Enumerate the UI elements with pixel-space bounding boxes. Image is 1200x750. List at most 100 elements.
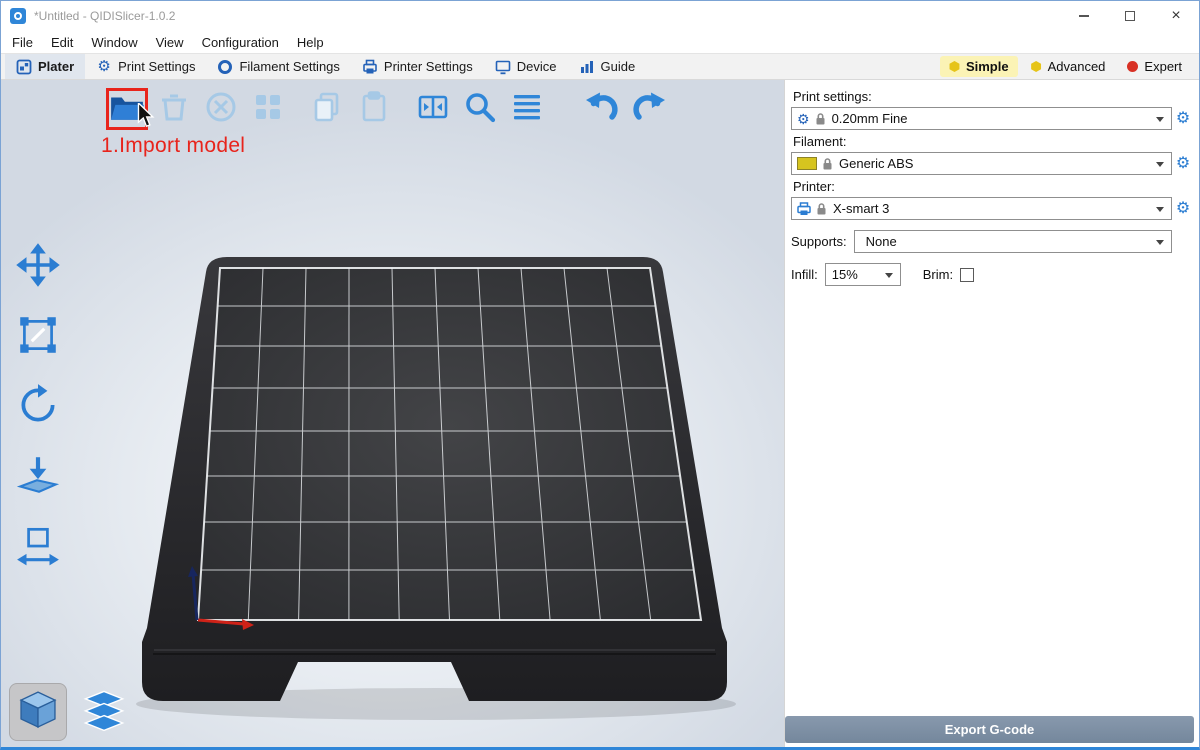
filament-label: Filament: bbox=[793, 134, 1194, 149]
view-3d-editor-button[interactable] bbox=[9, 683, 67, 741]
layers-stack-icon bbox=[78, 684, 130, 741]
lock-icon bbox=[815, 112, 826, 125]
tab-printer-settings-label: Printer Settings bbox=[384, 59, 473, 74]
split-icon bbox=[416, 90, 450, 129]
mode-expert-button[interactable]: Expert bbox=[1118, 56, 1191, 77]
import-annotation-label: 1.Import model bbox=[101, 134, 245, 158]
move-tool-button[interactable] bbox=[11, 240, 65, 294]
app-window: *Untitled - QIDISlicer-1.0.2 × File Edit… bbox=[0, 0, 1200, 750]
titlebar: *Untitled - QIDISlicer-1.0.2 × bbox=[1, 1, 1199, 31]
print-settings-combo[interactable]: ⚙ 0.20mm Fine bbox=[791, 107, 1172, 130]
arrange-grid-icon bbox=[251, 90, 285, 129]
supports-label: Supports: bbox=[791, 234, 847, 249]
print-settings-value: 0.20mm Fine bbox=[832, 111, 908, 126]
app-logo-icon bbox=[10, 8, 26, 24]
print-settings-gear-button[interactable]: ⚙ bbox=[1172, 111, 1194, 127]
measure-icon bbox=[15, 522, 61, 573]
menubar: File Edit Window View Configuration Help bbox=[1, 31, 1199, 53]
place-on-face-tool-button[interactable] bbox=[11, 450, 65, 504]
maximize-button[interactable] bbox=[1107, 1, 1153, 31]
tab-printer-settings[interactable]: Printer Settings bbox=[351, 54, 484, 79]
trash-icon bbox=[157, 90, 191, 129]
printer-gear-button[interactable]: ⚙ bbox=[1172, 201, 1194, 217]
device-monitor-icon bbox=[495, 59, 511, 75]
search-button[interactable] bbox=[459, 88, 501, 130]
printer-icon bbox=[797, 202, 811, 216]
delete-all-icon bbox=[204, 90, 238, 129]
variable-layer-height-button[interactable] bbox=[506, 88, 548, 130]
undo-arrow-icon bbox=[584, 89, 620, 130]
export-gcode-label: Export G-code bbox=[945, 722, 1035, 737]
menu-window[interactable]: Window bbox=[82, 35, 146, 50]
chevron-down-icon bbox=[1156, 117, 1164, 122]
tab-plater[interactable]: Plater bbox=[5, 54, 85, 79]
printer-icon bbox=[362, 59, 378, 75]
menu-edit[interactable]: Edit bbox=[42, 35, 82, 50]
tab-filament-settings[interactable]: Filament Settings bbox=[206, 54, 350, 79]
tab-print-settings[interactable]: ⚙ Print Settings bbox=[85, 54, 206, 79]
tab-guide-label: Guide bbox=[601, 59, 636, 74]
close-button[interactable]: × bbox=[1153, 1, 1199, 31]
redo-button[interactable] bbox=[628, 88, 670, 130]
expert-mode-icon bbox=[1127, 61, 1138, 72]
mode-simple-button[interactable]: Simple bbox=[940, 56, 1018, 77]
paste-button[interactable] bbox=[353, 88, 395, 130]
mouse-cursor-icon bbox=[136, 103, 156, 134]
tab-filament-settings-label: Filament Settings bbox=[239, 59, 339, 74]
undo-button[interactable] bbox=[581, 88, 623, 130]
search-icon bbox=[463, 90, 497, 129]
gear-icon: ⚙ bbox=[797, 112, 810, 126]
export-gcode-button[interactable]: Export G-code bbox=[785, 716, 1194, 743]
menu-configuration[interactable]: Configuration bbox=[193, 35, 288, 50]
rotate-icon bbox=[15, 382, 61, 433]
chevron-down-icon bbox=[1156, 240, 1164, 245]
mode-advanced-label: Advanced bbox=[1048, 59, 1106, 74]
tab-device[interactable]: Device bbox=[484, 54, 568, 79]
view-toggles bbox=[9, 683, 133, 741]
filament-gear-button[interactable]: ⚙ bbox=[1172, 156, 1194, 172]
plater-icon bbox=[16, 59, 32, 75]
mode-advanced-button[interactable]: Advanced bbox=[1022, 56, 1115, 77]
delete-all-button[interactable] bbox=[200, 88, 242, 130]
filament-combo[interactable]: Generic ABS bbox=[791, 152, 1172, 175]
chevron-down-icon bbox=[1156, 207, 1164, 212]
viewport-3d[interactable]: 1.Import model bbox=[1, 80, 784, 747]
printer-value: X-smart 3 bbox=[833, 201, 889, 216]
printer-label: Printer: bbox=[793, 179, 1194, 194]
lock-icon bbox=[816, 202, 827, 215]
menu-view[interactable]: View bbox=[147, 35, 193, 50]
tab-guide[interactable]: Guide bbox=[568, 54, 647, 79]
redo-arrow-icon bbox=[631, 89, 667, 130]
arrange-button[interactable] bbox=[247, 88, 289, 130]
gear-icon: ⚙ bbox=[96, 59, 112, 75]
measure-tool-button[interactable] bbox=[11, 520, 65, 574]
split-objects-button[interactable] bbox=[412, 88, 454, 130]
left-toolbar bbox=[11, 240, 65, 574]
menu-help[interactable]: Help bbox=[288, 35, 333, 50]
move-icon bbox=[15, 242, 61, 293]
tab-print-settings-label: Print Settings bbox=[118, 59, 195, 74]
menu-file[interactable]: File bbox=[3, 35, 42, 50]
minimize-button[interactable] bbox=[1061, 1, 1107, 31]
delete-button[interactable] bbox=[153, 88, 195, 130]
rotate-tool-button[interactable] bbox=[11, 380, 65, 434]
copy-button[interactable] bbox=[306, 88, 348, 130]
printer-combo[interactable]: X-smart 3 bbox=[791, 197, 1172, 220]
paste-icon bbox=[357, 90, 391, 129]
brim-label: Brim: bbox=[923, 267, 953, 282]
print-settings-label: Print settings: bbox=[793, 89, 1194, 104]
close-icon: × bbox=[1171, 8, 1180, 24]
window-controls: × bbox=[1061, 1, 1199, 31]
brim-checkbox[interactable] bbox=[960, 268, 974, 282]
tab-device-label: Device bbox=[517, 59, 557, 74]
scale-tool-button[interactable] bbox=[11, 310, 65, 364]
filament-spool-icon bbox=[217, 59, 233, 75]
infill-combo[interactable]: 15% bbox=[825, 263, 901, 286]
print-bed bbox=[1, 80, 784, 747]
chevron-down-icon bbox=[885, 273, 893, 278]
mode-expert-label: Expert bbox=[1144, 59, 1182, 74]
chevron-down-icon bbox=[1156, 162, 1164, 167]
view-preview-button[interactable] bbox=[75, 683, 133, 741]
supports-combo[interactable]: None bbox=[854, 230, 1172, 253]
filament-value: Generic ABS bbox=[839, 156, 913, 171]
